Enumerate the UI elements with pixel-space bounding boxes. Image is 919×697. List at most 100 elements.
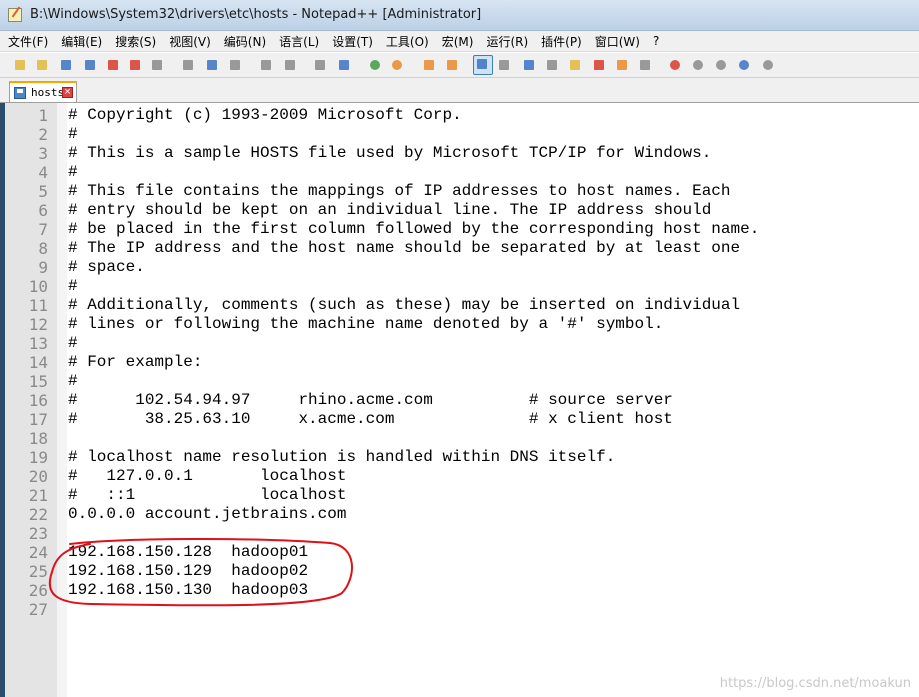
folder-workspace-icon[interactable] [614, 57, 630, 73]
play-macro-icon[interactable] [713, 57, 729, 73]
close-icon[interactable] [105, 57, 121, 73]
line-text[interactable]: 0.0.0.0 account.jetbrains.com [68, 505, 346, 524]
monitoring-icon[interactable] [637, 57, 653, 73]
sync-vertical-icon[interactable] [421, 57, 437, 73]
show-all-characters-icon[interactable] [496, 57, 512, 73]
document-map-icon[interactable] [567, 57, 583, 73]
editor-line[interactable]: 4 # [0, 163, 919, 182]
line-text[interactable]: # This is a sample HOSTS file used by Mi… [68, 144, 711, 163]
editor-line[interactable]: 14 # For example: [0, 353, 919, 372]
line-text[interactable]: # For example: [68, 353, 202, 372]
menu-encoding[interactable]: 编码(N) [224, 33, 266, 50]
paste-icon[interactable] [227, 57, 243, 73]
editor-line[interactable]: 3 # This is a sample HOSTS file used by M… [0, 144, 919, 163]
line-text[interactable]: # Copyright (c) 1993-2009 Microsoft Corp… [68, 106, 462, 125]
menu-file[interactable]: 文件(F) [8, 33, 48, 50]
find-icon[interactable] [312, 57, 328, 73]
menu-search[interactable]: 搜索(S) [115, 33, 156, 50]
menu-plugins[interactable]: 插件(P) [541, 33, 582, 50]
tab-hosts[interactable]: hosts × [9, 81, 77, 102]
redo-icon[interactable] [282, 57, 298, 73]
menu-language[interactable]: 语言(L) [279, 33, 319, 50]
line-text[interactable]: # localhost name resolution is handled w… [68, 448, 615, 467]
editor-line[interactable]: 1 # Copyright (c) 1993-2009 Microsoft Cor… [0, 106, 919, 125]
line-text[interactable]: 192.168.150.130 hadoop03 [68, 581, 308, 600]
line-text[interactable]: # [68, 125, 78, 144]
run-macro-multiple-icon[interactable] [736, 57, 752, 73]
line-text[interactable]: # 38.25.63.10 x.acme.com # x client host [68, 410, 673, 429]
editor-line[interactable]: 27 [0, 600, 919, 619]
editor-line[interactable]: 22 0.0.0.0 account.jetbrains.com [0, 505, 919, 524]
line-text[interactable]: 192.168.150.128 hadoop01 [68, 543, 308, 562]
editor-line[interactable]: 12 # lines or following the machine name … [0, 315, 919, 334]
print-icon[interactable] [149, 57, 165, 73]
editor-line[interactable]: 25 192.168.150.129 hadoop02 [0, 562, 919, 581]
save-all-icon[interactable] [82, 57, 98, 73]
menu-macro[interactable]: 宏(M) [442, 33, 474, 50]
sync-horizontal-icon[interactable] [444, 57, 460, 73]
line-text[interactable]: 192.168.150.129 hadoop02 [68, 562, 308, 581]
editor-line[interactable]: 7 # be placed in the first column followe… [0, 220, 919, 239]
editor-line[interactable]: 19 # localhost name resolution is handled… [0, 448, 919, 467]
menu-window[interactable]: 窗口(W) [595, 33, 640, 50]
menu-run[interactable]: 运行(R) [486, 33, 528, 50]
line-text[interactable]: # space. [68, 258, 145, 277]
menu-edit[interactable]: 编辑(E) [61, 33, 102, 50]
stop-macro-icon[interactable] [690, 57, 706, 73]
editor-line[interactable]: 16 # 102.54.94.97 rhino.acme.com # source… [0, 391, 919, 410]
zoom-out-icon[interactable] [389, 57, 405, 73]
line-text[interactable]: # be placed in the first column followed… [68, 220, 759, 239]
editor-line[interactable]: 10 # [0, 277, 919, 296]
cut-icon[interactable] [180, 57, 196, 73]
open-file-icon[interactable] [34, 57, 50, 73]
line-text[interactable]: # entry should be kept on an individual … [68, 201, 711, 220]
editor-line[interactable]: 8 # The IP address and the host name shou… [0, 239, 919, 258]
line-text[interactable]: # [68, 163, 78, 182]
editor-line[interactable]: 20 # 127.0.0.1 localhost [0, 467, 919, 486]
record-macro-icon[interactable] [667, 57, 683, 73]
new-file-icon[interactable] [12, 57, 28, 73]
tab-close-icon[interactable]: × [62, 87, 73, 98]
line-text[interactable]: # This file contains the mappings of IP … [68, 182, 731, 201]
editor-line[interactable]: 18 [0, 429, 919, 448]
line-text[interactable]: # lines or following the machine name de… [68, 315, 663, 334]
editor-line[interactable]: 2 # [0, 125, 919, 144]
line-text[interactable]: # 127.0.0.1 localhost [68, 467, 346, 486]
line-text[interactable]: # 102.54.94.97 rhino.acme.com # source s… [68, 391, 673, 410]
editor-line[interactable]: 13 # [0, 334, 919, 353]
line-text[interactable]: # The IP address and the host name shoul… [68, 239, 740, 258]
line-number: 26 [28, 581, 48, 600]
menu-tools[interactable]: 工具(O) [386, 33, 429, 50]
editor[interactable]: 1 # Copyright (c) 1993-2009 Microsoft Cor… [0, 103, 919, 697]
save-icon[interactable] [58, 57, 74, 73]
user-language-icon[interactable] [544, 57, 560, 73]
editor-line[interactable]: 11 # Additionally, comments (such as thes… [0, 296, 919, 315]
menu-help[interactable]: ? [653, 34, 659, 48]
replace-icon[interactable] [336, 57, 352, 73]
editor-line[interactable]: 17 # 38.25.63.10 x.acme.com # x client ho… [0, 410, 919, 429]
save-macro-icon[interactable] [760, 57, 776, 73]
editor-line[interactable]: 21 # ::1 localhost [0, 486, 919, 505]
line-text[interactable]: # [68, 277, 78, 296]
editor-line[interactable]: 6 # entry should be kept on an individual… [0, 201, 919, 220]
word-wrap-icon[interactable] [473, 55, 493, 75]
line-text[interactable]: # Additionally, comments (such as these)… [68, 296, 740, 315]
indent-guide-icon[interactable] [521, 57, 537, 73]
menu-settings[interactable]: 设置(T) [332, 33, 373, 50]
zoom-in-icon[interactable] [367, 57, 383, 73]
editor-line[interactable]: 26 192.168.150.130 hadoop03 [0, 581, 919, 600]
editor-line[interactable]: 23 [0, 524, 919, 543]
undo-icon[interactable] [258, 57, 274, 73]
copy-icon[interactable] [204, 57, 220, 73]
editor-line[interactable]: 9 # space. [0, 258, 919, 277]
line-text[interactable]: # ::1 localhost [68, 486, 346, 505]
line-text[interactable]: # [68, 372, 78, 391]
editor-line[interactable]: 24 192.168.150.128 hadoop01 [0, 543, 919, 562]
line-number: 9 [38, 258, 48, 277]
editor-line[interactable]: 5 # This file contains the mappings of IP… [0, 182, 919, 201]
line-text[interactable]: # [68, 334, 78, 353]
menu-view[interactable]: 视图(V) [169, 33, 211, 50]
editor-line[interactable]: 15 # [0, 372, 919, 391]
close-all-icon[interactable] [127, 57, 143, 73]
function-list-icon[interactable] [591, 57, 607, 73]
